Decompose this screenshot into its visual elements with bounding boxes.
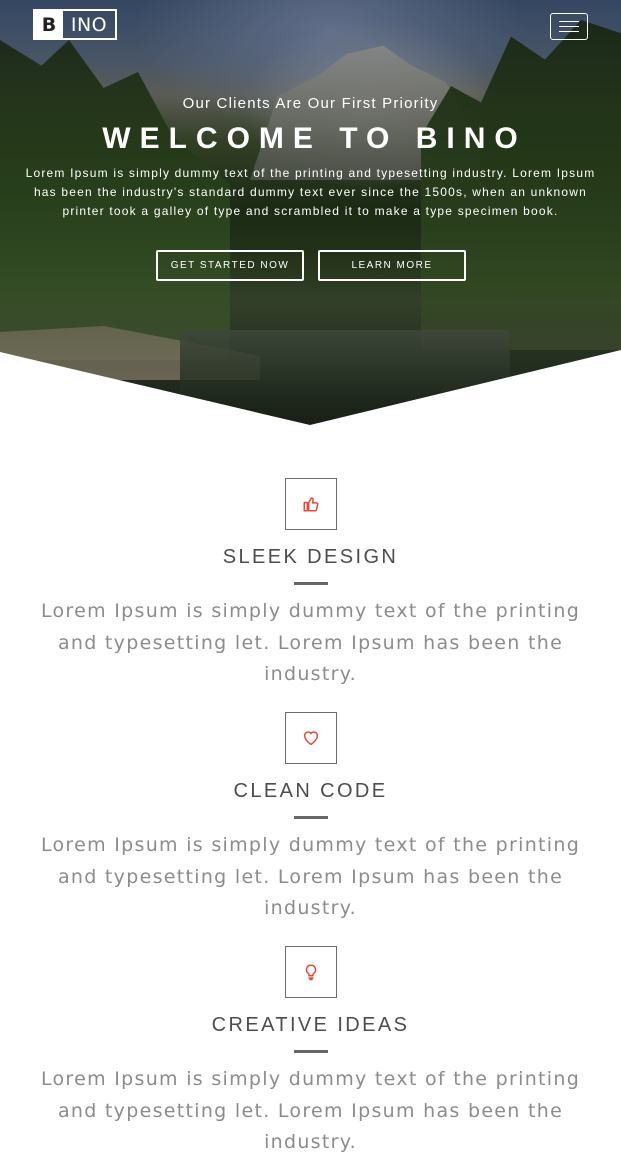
menu-bar-icon <box>559 26 579 27</box>
logo-initial: B <box>35 11 63 38</box>
site-logo[interactable]: B INO <box>33 9 117 40</box>
menu-bar-icon <box>559 31 579 32</box>
hero-title: WELCOME TO BINO <box>102 122 527 155</box>
feature-icon-box <box>285 712 337 764</box>
feature-divider <box>294 816 328 819</box>
thumbs-up-icon <box>303 497 319 512</box>
feature-icon-box <box>285 478 337 530</box>
feature-divider <box>294 582 328 585</box>
hero-description: Lorem Ipsum is simply dummy text of the … <box>25 166 596 219</box>
learn-more-button[interactable]: LEARN MORE <box>318 250 466 281</box>
heart-icon <box>303 731 319 746</box>
feature-divider <box>294 1050 328 1053</box>
lightbulb-icon <box>305 964 317 981</box>
menu-bar-icon <box>559 21 579 22</box>
feature-title: CREATIVE IDEAS <box>211 1014 410 1036</box>
get-started-button[interactable]: GET STARTED NOW <box>156 250 304 281</box>
feature-description: Lorem Ipsum is simply dummy text of the … <box>40 600 581 685</box>
hero-section: B INO Our Clients Are Our First Priority… <box>0 0 621 430</box>
logo-text: INO <box>70 13 108 36</box>
hamburger-menu-button[interactable] <box>550 13 588 40</box>
feature-description: Lorem Ipsum is simply dummy text of the … <box>40 1068 581 1153</box>
feature-icon-box <box>285 946 337 998</box>
feature-description: Lorem Ipsum is simply dummy text of the … <box>40 834 581 919</box>
feature-title: CLEAN CODE <box>233 780 388 802</box>
hero-tagline: Our Clients Are Our First Priority <box>182 95 439 112</box>
feature-title: SLEEK DESIGN <box>222 546 399 568</box>
